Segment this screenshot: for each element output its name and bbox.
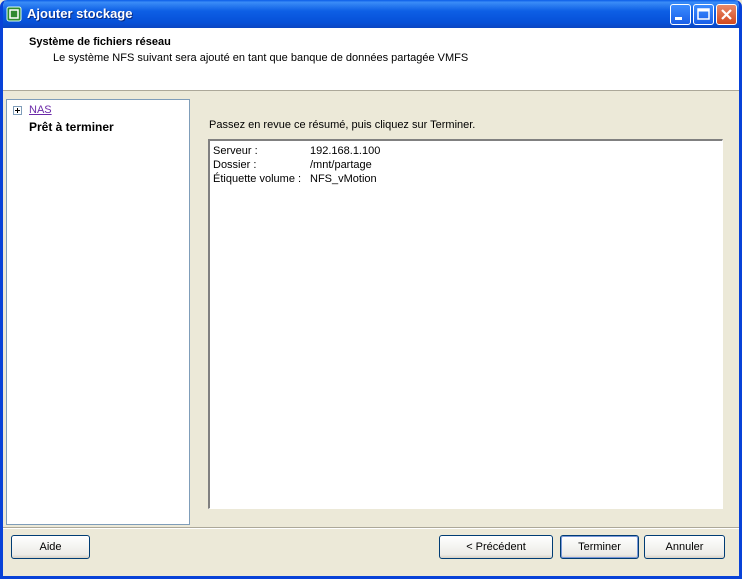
summary-key: Étiquette volume : — [213, 173, 302, 185]
footer-divider — [3, 527, 739, 529]
close-button[interactable] — [716, 4, 737, 25]
summary-value: /mnt/partage — [310, 159, 372, 171]
summary-value: NFS_vMotion — [310, 173, 377, 185]
nav-item-ready-to-complete: Prêt à terminer — [29, 120, 114, 134]
summary-box: Serveur : 192.168.1.100 Dossier : /mnt/p… — [208, 139, 723, 509]
wizard-steps-panel: NAS Prêt à terminer — [6, 99, 190, 525]
minimize-icon — [675, 17, 682, 20]
instruction-text: Passez en revue ce résumé, puis cliquez … — [209, 119, 476, 131]
minimize-button[interactable] — [670, 4, 691, 25]
header-subtitle: Le système NFS suivant sera ajouté en ta… — [53, 52, 469, 64]
help-button[interactable]: Aide — [11, 535, 90, 559]
summary-value: 192.168.1.100 — [310, 145, 381, 157]
maximize-button[interactable] — [693, 4, 714, 25]
title-bar[interactable]: Ajouter stockage — [3, 0, 739, 28]
finish-button[interactable]: Terminer — [560, 535, 639, 559]
back-button[interactable]: < Précédent — [439, 535, 553, 559]
expand-icon[interactable] — [13, 106, 22, 115]
summary-key: Serveur : — [213, 145, 258, 157]
summary-key: Dossier : — [213, 159, 257, 171]
wizard-content: Passez en revue ce résumé, puis cliquez … — [191, 99, 739, 525]
cancel-button[interactable]: Annuler — [644, 535, 725, 559]
nav-item-nas[interactable]: NAS — [29, 104, 52, 116]
add-storage-dialog: Ajouter stockage Système de fichiers rés… — [0, 0, 742, 579]
wizard-header: Système de fichiers réseau Le système NF… — [3, 28, 739, 91]
window-title: Ajouter stockage — [27, 6, 133, 21]
header-title: Système de fichiers réseau — [29, 36, 171, 48]
app-icon — [6, 6, 22, 22]
maximize-icon — [697, 8, 710, 20]
close-icon — [721, 9, 732, 20]
